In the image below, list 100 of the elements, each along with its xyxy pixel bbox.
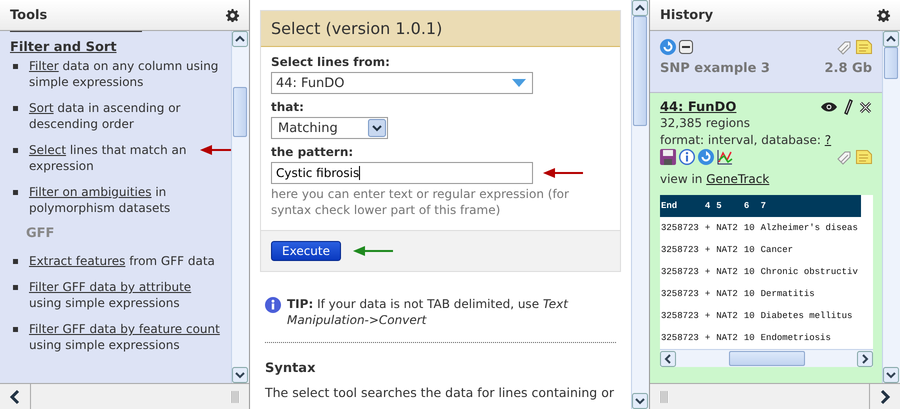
bullet-icon xyxy=(13,259,18,264)
dataset-select[interactable]: 44: FunDO xyxy=(271,72,533,94)
scrollbar[interactable] xyxy=(231,31,249,383)
panel-title: History xyxy=(660,8,714,22)
table-cell: 10 xyxy=(740,217,758,239)
view-in-text: view in GeneTrack xyxy=(660,171,770,187)
field-label: the pattern: xyxy=(271,145,354,159)
section-heading: Syntax xyxy=(265,361,316,376)
info-icon xyxy=(265,297,281,313)
bullet-icon xyxy=(13,285,18,290)
table-cell: NAT2 xyxy=(713,217,741,239)
chart-icon[interactable] xyxy=(717,149,733,165)
tool-description: Sort data in ascending or descending order xyxy=(29,100,182,132)
table-cell-text: + xyxy=(704,332,712,345)
table-cell-text: Dermatitis xyxy=(760,288,816,301)
info-icon[interactable] xyxy=(679,149,695,165)
tool-link[interactable]: Filter GFF data by attribute xyxy=(29,280,192,294)
bullet-icon xyxy=(13,190,18,195)
scroll-down-button[interactable] xyxy=(232,367,248,383)
pencil-icon[interactable] xyxy=(843,99,853,115)
scroll-right-button[interactable] xyxy=(857,350,873,366)
scrollbar-thumb[interactable] xyxy=(884,47,898,79)
tool-description: Filter GFF data by attribute using simple expressions xyxy=(29,279,192,311)
table-cell-text: 10 xyxy=(742,266,756,279)
dataset-name[interactable]: 44: FunDO xyxy=(660,100,736,114)
table-cell-text: NAT2 xyxy=(715,310,739,323)
bullet-icon xyxy=(13,327,18,332)
dataset-info: 32,385 regions xyxy=(660,115,752,131)
scroll-up-button[interactable] xyxy=(883,31,899,47)
execute-button[interactable]: Execute xyxy=(271,241,341,261)
settings-icon[interactable] xyxy=(226,8,239,22)
bullet-icon xyxy=(13,106,18,111)
scrollbar[interactable] xyxy=(882,31,900,383)
table-cell-text: 10 xyxy=(742,288,756,301)
pattern-input[interactable]: Cystic fibrosis xyxy=(271,162,533,184)
genetrack-link[interactable]: GeneTrack xyxy=(706,172,770,186)
field-label: that: xyxy=(271,100,305,114)
tag-icon[interactable] xyxy=(837,149,853,165)
table-cell-text: Endometriosis xyxy=(760,332,832,345)
settings-icon[interactable] xyxy=(877,8,890,22)
scrollbar-thumb[interactable] xyxy=(728,351,804,366)
column-header: 7 xyxy=(758,195,861,217)
table-cell-text: NAT2 xyxy=(715,266,739,279)
table-cell-text: + xyxy=(704,288,712,301)
table-cell-text: 10 xyxy=(742,310,756,323)
scrollbar-thumb[interactable] xyxy=(633,16,647,126)
column-header: 6 xyxy=(740,195,758,217)
table-cell-text: NAT2 xyxy=(715,332,739,345)
tag-icon[interactable] xyxy=(837,39,853,55)
database-link[interactable]: ? xyxy=(824,133,832,147)
table-cell-text: 3258723 xyxy=(660,288,700,301)
match-dropdown[interactable]: Matching xyxy=(271,117,388,139)
scrollbar-thumb[interactable] xyxy=(233,87,247,137)
table-cell-text: Diabetes mellitus xyxy=(760,310,854,323)
tool-link[interactable]: Extract features xyxy=(29,254,126,268)
tool-link[interactable]: Filter on ambiguities xyxy=(29,185,152,199)
eye-icon[interactable] xyxy=(821,102,837,112)
tool-link[interactable]: Filter GFF data by feature count xyxy=(29,322,220,336)
dataset-size: 2.8 Gb xyxy=(824,61,872,76)
table-cell-text: 10 xyxy=(742,332,756,345)
grip-icon[interactable] xyxy=(660,390,668,402)
tool-link[interactable]: Filter xyxy=(29,59,59,73)
table-cell: 3258723 xyxy=(660,217,702,239)
scroll-up-button[interactable] xyxy=(632,0,648,16)
tip-text: TIP: If your data is not TAB delimited, use Text Manipulation->Convert xyxy=(287,296,570,328)
scroll-up-button[interactable] xyxy=(232,31,248,47)
table-cell: + xyxy=(702,217,714,239)
tool-description: Filter on ambiguities in polymorphism datasets xyxy=(29,184,172,216)
table-cell-text: + xyxy=(704,244,712,257)
scroll-left-button[interactable] xyxy=(660,350,676,366)
help-text: here you can enter text or regular expression (for syntax check lower part of this frame) xyxy=(271,186,570,218)
table-cell-text: NAT2 xyxy=(715,288,739,301)
section-link[interactable]: Filter and Sort xyxy=(10,40,117,55)
column-header: 4 xyxy=(702,195,714,217)
table-cell-text: 3258723 xyxy=(660,266,700,279)
tool-link[interactable]: Select xyxy=(29,143,66,157)
tool-description: Filter data on any column using simple expressions xyxy=(29,58,220,90)
close-icon[interactable] xyxy=(859,100,872,114)
table-cell-text: 3258723 xyxy=(660,310,700,323)
table-cell-text: 3258723 xyxy=(660,332,700,345)
horizontal-scrollbar[interactable] xyxy=(660,349,873,367)
save-icon[interactable] xyxy=(660,149,676,165)
form-title: Select (version 1.0.1) xyxy=(261,11,620,47)
grip-icon[interactable] xyxy=(231,390,239,402)
table-cell-text: 10 xyxy=(742,244,756,257)
scrollbar[interactable] xyxy=(631,0,649,409)
scroll-down-button[interactable] xyxy=(632,393,648,409)
collapse-icon[interactable] xyxy=(679,39,693,55)
table-cell-text: Cancer xyxy=(760,244,794,257)
tool-link[interactable]: Sort xyxy=(29,101,54,115)
dropdown-button[interactable] xyxy=(368,119,386,137)
scroll-down-button[interactable] xyxy=(883,367,899,383)
dataset-name: SNP example 3 xyxy=(660,61,770,76)
syntax-text: The select tool searches the data for lines containing or xyxy=(265,385,615,400)
panel-title: Tools xyxy=(10,8,48,22)
table-cell-text: + xyxy=(704,266,712,279)
table-cell-text: Chronic obstructiv xyxy=(760,266,859,279)
dropdown-triangle-icon[interactable] xyxy=(512,79,526,87)
dataset-format: format: interval, database: ? xyxy=(660,132,832,148)
table-cell: Alzheimer's diseas xyxy=(758,217,861,239)
